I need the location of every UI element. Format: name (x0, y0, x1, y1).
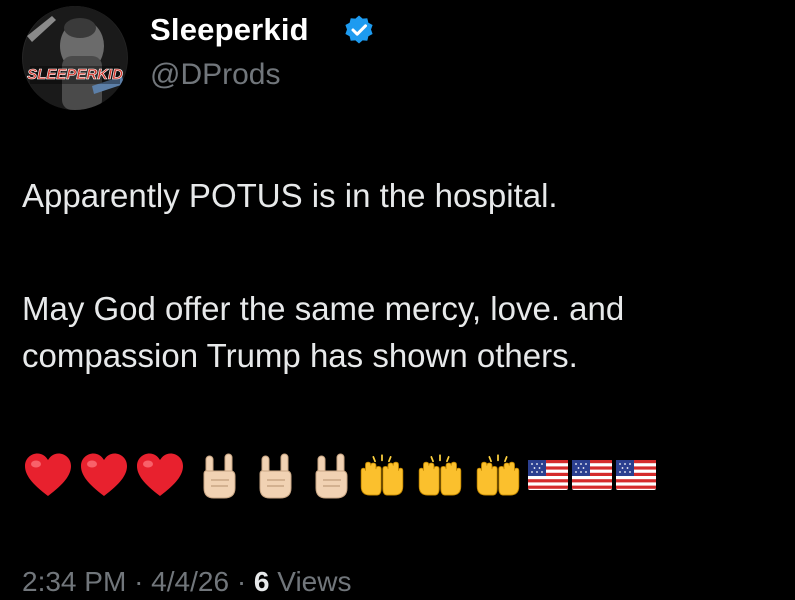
us-flag-icon (616, 460, 656, 490)
user-handle[interactable]: @DProds (150, 58, 281, 92)
meta-separator: · (236, 566, 247, 597)
display-name[interactable]: Sleeperkid (150, 12, 309, 48)
tweet-line-1: Apparently POTUS is in the hospital. (22, 177, 558, 214)
avatar-logo-text: SLEEPERKID (27, 66, 123, 83)
us-flag-icon (528, 460, 568, 490)
tweet-line-2: May God offer the same mercy, love. and (22, 290, 625, 327)
meta-separator: · (134, 566, 144, 597)
tweet-card: SLEEPERKID Sleeperkid @DProds Apparently… (0, 0, 795, 600)
tweet-text: Apparently POTUS is in the hospital. May… (22, 172, 782, 379)
sign-of-horns-icon (315, 453, 348, 499)
tweet-date[interactable]: 4/4/26 (151, 566, 229, 597)
red-heart-icon (81, 453, 127, 496)
avatar[interactable]: SLEEPERKID (22, 6, 128, 110)
sign-of-horns-icon (203, 453, 236, 499)
avatar-image: SLEEPERKID (23, 6, 127, 110)
sign-of-horns-icon (259, 453, 292, 499)
views-count[interactable]: 6 (254, 566, 270, 597)
verified-badge-icon (345, 15, 373, 44)
tweet-meta: 2:34 PM · 4/4/26 · 6 Views (22, 566, 351, 598)
raising-hands-icon (360, 454, 404, 496)
raising-hands-icon (476, 454, 520, 496)
red-heart-icon (137, 453, 183, 496)
red-heart-icon (25, 453, 71, 496)
tweet-time[interactable]: 2:34 PM (22, 566, 126, 597)
views-label[interactable]: Views (277, 566, 351, 597)
raising-hands-icon (418, 454, 462, 496)
us-flag-icon (572, 460, 612, 490)
tweet-line-3: compassion Trump has shown others. (22, 337, 578, 374)
